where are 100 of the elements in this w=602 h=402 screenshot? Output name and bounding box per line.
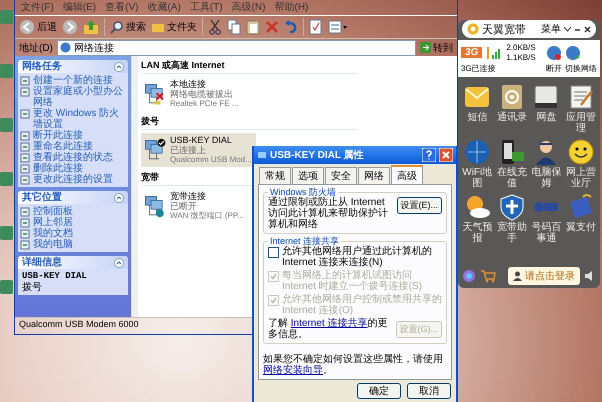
tab[interactable]: 安全 <box>325 167 357 184</box>
back-button[interactable]: 后退 <box>19 19 57 35</box>
scrollbar[interactable] <box>131 56 138 317</box>
app-label[interactable]: 宽带助手 <box>494 222 529 244</box>
task-icon <box>20 207 30 217</box>
app-label[interactable]: WiFi地图 <box>460 167 494 189</box>
smiley-icon[interactable] <box>566 138 595 166</box>
task-link[interactable]: 我的文档 <box>33 228 73 239</box>
drive-icon[interactable] <box>532 83 560 111</box>
copy-icon[interactable] <box>227 19 241 35</box>
globe-icon[interactable] <box>463 138 492 166</box>
menu-item[interactable]: 编辑(E) <box>62 2 96 13</box>
detail-name: USB-KEY DIAL <box>22 271 88 282</box>
globe-icon[interactable] <box>546 44 562 60</box>
group-title: Internet 连接共享 <box>269 236 340 246</box>
shield-icon[interactable] <box>498 193 526 221</box>
task-link[interactable]: 重命名此连接 <box>33 141 93 152</box>
checkbox-label: 允许其他网络用户通过此计算机的 Internet 连接来连接(N) <box>282 246 433 268</box>
footer-text: 如果您不确定如何设置这些属性，请使用 网络安装向导。 <box>263 354 444 376</box>
dialog-button[interactable]: 取消 <box>407 383 451 399</box>
go-button[interactable]: 转到 <box>420 40 453 54</box>
task-icon <box>20 175 30 185</box>
arrow-icon[interactable] <box>420 42 431 53</box>
app-label[interactable]: 在线充值 <box>494 167 529 189</box>
dialog-title: USB-KEY DIAL 属性 <box>270 148 365 162</box>
task-link[interactable]: 删除此连接 <box>33 163 83 174</box>
color-wheel-icon[interactable] <box>462 269 476 283</box>
connection-item[interactable]: 本地连接 网络电缆被拔出 Realtek PCIe FE ... <box>141 77 242 111</box>
group-header: LAN 或高速 Internet <box>141 58 357 74</box>
app-label[interactable]: 短信 <box>467 112 488 123</box>
checkbox[interactable] <box>268 247 279 258</box>
action-label[interactable]: 切换网络 <box>565 63 597 74</box>
connection-item[interactable]: USB-KEY DIAL 已连接上 Qualcomm USB Mod... <box>141 133 256 167</box>
search-button[interactable]: 搜索 <box>110 20 146 34</box>
task-link[interactable]: 控制面板 <box>33 206 73 217</box>
action-label[interactable]: 断开 <box>546 63 562 74</box>
firewall-description: 通过限制或防止从 Internet 访问此计算机来帮助保护计算机和网络 <box>268 197 389 230</box>
task-link[interactable]: 网上邻居 <box>33 217 73 228</box>
properties-icon[interactable] <box>309 19 323 35</box>
tab[interactable]: 常规 <box>259 167 291 184</box>
paste-icon[interactable] <box>246 19 260 35</box>
login-button[interactable]: 请点击登录 <box>508 267 580 285</box>
globe-icon[interactable] <box>565 44 581 60</box>
forward-icon[interactable] <box>62 19 78 35</box>
views-icon[interactable] <box>328 20 348 34</box>
task-icon <box>20 109 30 119</box>
dialog-button[interactable]: 确定 <box>357 383 401 399</box>
task-link[interactable]: 更改 Windows 防火墙设置 <box>33 108 126 130</box>
task-link[interactable]: 设置家庭或小型办公网络 <box>33 86 126 108</box>
pane-title: 网络任务 <box>22 61 62 72</box>
app-label[interactable]: 网上营业厅 <box>564 167 598 189</box>
settings-button[interactable]: 设置(E)... <box>396 197 442 214</box>
app-title: 天翼宽带 <box>482 22 527 36</box>
task-link[interactable]: 创建一个新的连接 <box>33 75 113 86</box>
network-badge: 3G <box>461 47 482 58</box>
cut-icon[interactable] <box>208 19 222 35</box>
checkbox-label: 每当网络上的计算机试图访问 Internet 时建立一个拨号连接(S) <box>282 270 424 292</box>
cart-icon[interactable] <box>480 269 496 283</box>
app-label[interactable]: 通讯录 <box>496 112 527 123</box>
app-label[interactable]: 电脑保姆 <box>529 167 564 189</box>
app-label[interactable]: 翼支付 <box>566 222 596 233</box>
app-label[interactable]: 号码百事通 <box>529 222 564 244</box>
wizard-link[interactable]: 网络安装向导 <box>263 365 323 376</box>
menu-item[interactable]: 文件(F) <box>21 2 54 13</box>
help-link[interactable]: Internet 连接共享 <box>290 318 368 329</box>
app-label[interactable]: 应用管理 <box>564 112 598 134</box>
task-link[interactable]: 断开此连接 <box>33 130 83 141</box>
task-icon <box>20 240 30 250</box>
network-connection-icon <box>143 138 167 162</box>
task-icon <box>20 76 30 86</box>
close-icon[interactable] <box>584 26 591 32</box>
tab[interactable]: 高级 <box>391 165 423 184</box>
collapse-icon[interactable] <box>114 258 124 268</box>
app-label[interactable]: 天气预报 <box>460 222 494 244</box>
app-label[interactable]: 网盘 <box>536 112 556 123</box>
menu-link[interactable]: 菜单 <box>541 22 561 36</box>
menu-item[interactable]: 工具(T) <box>190 2 223 13</box>
collapse-icon[interactable] <box>114 62 124 72</box>
tab[interactable]: 选项 <box>292 167 324 184</box>
caret-icon[interactable] <box>564 26 571 32</box>
menu-item[interactable]: 收藏(A) <box>147 2 181 13</box>
connection-name: 宽带连接 <box>170 191 207 201</box>
task-link[interactable]: 更改此连接的设置 <box>33 174 113 185</box>
task-link[interactable]: 我的电脑 <box>33 239 73 250</box>
tab[interactable]: 网络 <box>358 167 390 184</box>
task-icon <box>20 164 30 174</box>
help-icon[interactable] <box>422 148 436 162</box>
user-icon[interactable] <box>513 271 522 281</box>
task-icon <box>20 142 30 152</box>
menu-item[interactable]: 帮助(H) <box>274 2 308 13</box>
task-link[interactable]: 查看此连接的状态 <box>33 152 113 163</box>
collapse-icon[interactable] <box>114 192 124 202</box>
connection-item[interactable]: 宽带连接 已断开 WAN 微型端口 (PP... <box>141 189 248 223</box>
connection-name: 本地连接 <box>170 79 207 89</box>
menu-item[interactable]: 查看(V) <box>105 2 138 13</box>
folders-button[interactable]: 文件夹 <box>151 20 197 34</box>
search-icon[interactable] <box>110 20 124 34</box>
pane-title: 其它位置 <box>22 192 62 203</box>
address-field[interactable]: 网络连接 <box>56 40 416 56</box>
menu-item[interactable]: 高级(N) <box>232 2 266 13</box>
